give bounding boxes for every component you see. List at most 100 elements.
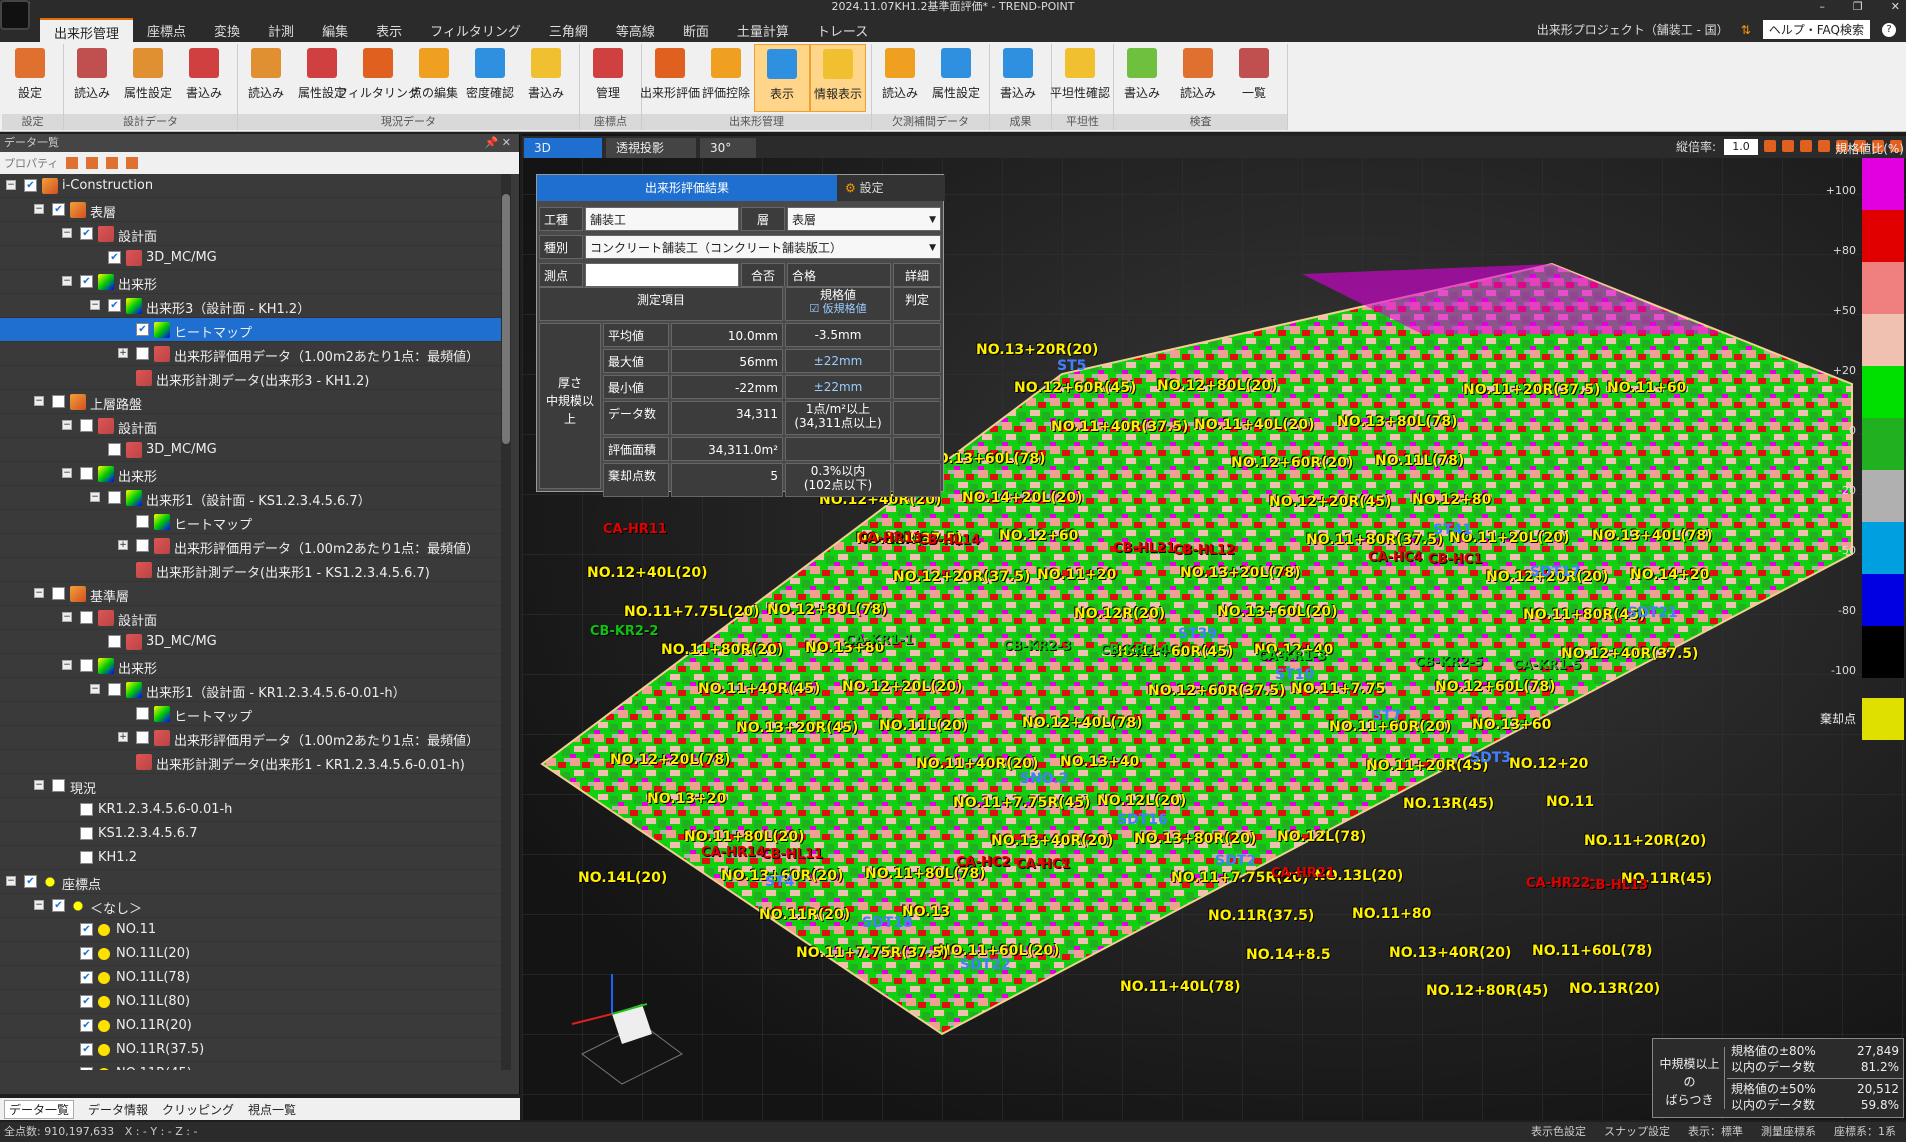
help-icon[interactable]: ? — [1882, 22, 1896, 37]
tree-checkbox[interactable] — [52, 779, 65, 792]
tree-item[interactable]: 出来形計測データ(出来形1 - KS1.2.3.4.5.6.7) — [0, 558, 505, 582]
tree-checkbox[interactable]: ✔ — [80, 227, 93, 240]
ribbon-button-4-1[interactable]: 評価控除 — [698, 44, 754, 112]
collapse-icon[interactable]: − — [62, 660, 72, 670]
tree-item[interactable]: ✔ NO.11L(78) — [0, 966, 505, 990]
collapse-icon[interactable]: − — [34, 900, 44, 910]
close-icon[interactable]: ✕ — [1891, 0, 1900, 14]
tree-checkbox[interactable] — [80, 659, 93, 672]
eval-settings[interactable]: ⚙ 設定 — [837, 175, 945, 201]
tree-item[interactable]: − 出来形 — [0, 462, 505, 486]
ribbon-button-2-4[interactable]: 密度確認 — [462, 44, 518, 112]
tree-item[interactable]: − 設計面 — [0, 414, 505, 438]
tree-item[interactable]: − 設計面 — [0, 606, 505, 630]
ribbon-button-4-2[interactable]: 表示 — [754, 44, 810, 112]
ribbon-button-8-2[interactable]: 一覧 — [1226, 44, 1282, 112]
tree-item[interactable]: + 出来形評価用データ（1.00m2あたり1点：最頻値） — [0, 342, 505, 366]
tree-item[interactable]: − ✔ 座標点 — [0, 870, 505, 894]
menu-tab-11[interactable]: トレース — [803, 18, 882, 42]
ribbon-button-4-0[interactable]: 出来形評価 — [640, 44, 700, 112]
collapse-icon[interactable]: − — [62, 228, 72, 238]
ribbon-button-2-3[interactable]: 点の編集 — [406, 44, 462, 112]
tree-item[interactable]: − 上層路盤 — [0, 390, 505, 414]
tree-item[interactable]: 出来形計測データ(出来形1 - KR1.2.3.4.5.6-0.01-h) — [0, 750, 505, 774]
ribbon-button-7-0[interactable]: 平坦性確認 — [1050, 44, 1110, 112]
tree-checkbox[interactable]: ✔ — [136, 323, 149, 336]
menu-tab-2[interactable]: 変換 — [200, 18, 254, 42]
faq-search[interactable]: ヘルプ・FAQ検索 — [1762, 20, 1870, 39]
ribbon-button-2-2[interactable]: フィルタリング — [336, 44, 420, 112]
collapse-icon[interactable]: − — [62, 468, 72, 478]
tree-item[interactable]: ✔ ヒートマップ — [0, 318, 505, 342]
tool-icon-4[interactable] — [126, 157, 139, 169]
tree-checkbox[interactable]: ✔ — [108, 299, 121, 312]
bottom-tab-1[interactable]: データ情報 — [88, 1101, 148, 1118]
ribbon-button-4-3[interactable]: 情報表示 — [810, 44, 866, 112]
tree-item[interactable]: − ✔ 設計面 — [0, 222, 505, 246]
tree-item[interactable]: − ✔ 出来形3（設計面 - KH1.2） — [0, 294, 505, 318]
tree-checkbox[interactable]: ✔ — [52, 203, 65, 216]
ribbon-button-2-5[interactable]: 書込み — [518, 44, 574, 112]
ribbon-button-2-0[interactable]: 読込み — [238, 44, 294, 112]
tree-item[interactable]: + 出来形評価用データ（1.00m2あたり1点：最頻値） — [0, 534, 505, 558]
sort-icon[interactable]: ⇅ — [1741, 23, 1751, 37]
menu-tab-1[interactable]: 座標点 — [133, 18, 200, 42]
tree-checkbox[interactable]: ✔ — [108, 251, 121, 264]
expand-icon[interactable]: + — [118, 348, 128, 358]
tree-checkbox[interactable] — [136, 347, 149, 360]
ribbon-button-0-0[interactable]: 設定 — [2, 44, 58, 112]
collapse-icon[interactable]: − — [90, 684, 100, 694]
tree-item[interactable]: ✔ NO.11L(80) — [0, 990, 505, 1014]
status-item-0[interactable]: 表示色設定 — [1531, 1122, 1586, 1142]
menu-tab-8[interactable]: 等高線 — [602, 18, 669, 42]
tree-item[interactable]: ✔ 3D_MC/MG — [0, 246, 505, 270]
menu-tab-10[interactable]: 土量計算 — [723, 18, 803, 42]
tree-checkbox[interactable] — [136, 539, 149, 552]
collapse-icon[interactable]: − — [62, 612, 72, 622]
tree-item[interactable]: − ✔ i-Construction — [0, 174, 505, 198]
collapse-icon[interactable]: − — [62, 276, 72, 286]
expand-icon[interactable]: + — [118, 540, 128, 550]
tree-item[interactable]: + 出来形評価用データ（1.00m2あたり1点：最頻値） — [0, 726, 505, 750]
tree-checkbox[interactable] — [80, 611, 93, 624]
tool-icon-1[interactable] — [66, 157, 79, 169]
status-item-1[interactable]: スナップ設定 — [1604, 1122, 1670, 1142]
tool-icon-2[interactable] — [86, 157, 99, 169]
tree-checkbox[interactable] — [80, 827, 93, 840]
tree-checkbox[interactable] — [136, 515, 149, 528]
tree-scrollbar[interactable] — [501, 174, 511, 1070]
tree-checkbox[interactable] — [108, 491, 121, 504]
tree-checkbox[interactable] — [80, 851, 93, 864]
tree-checkbox[interactable] — [108, 635, 121, 648]
collapse-icon[interactable]: − — [34, 396, 44, 406]
menu-tab-0[interactable]: 出来形管理 — [40, 18, 134, 42]
ribbon-button-6-0[interactable]: 書込み — [990, 44, 1046, 112]
collapse-icon[interactable]: − — [34, 780, 44, 790]
minimize-icon[interactable]: – — [1819, 0, 1825, 14]
tree-checkbox[interactable]: ✔ — [80, 1067, 93, 1070]
tree-item[interactable]: KH1.2 — [0, 846, 505, 870]
tree-checkbox[interactable]: ✔ — [80, 971, 93, 984]
shubetsu-select[interactable]: コンクリート舗装工（コンクリート舗装版工） ▼ — [585, 235, 941, 259]
ribbon-button-5-1[interactable]: 属性設定 — [928, 44, 984, 112]
tree-item[interactable]: ✔ NO.11R(20) — [0, 1014, 505, 1038]
collapse-icon[interactable]: − — [34, 588, 44, 598]
menu-tab-4[interactable]: 編集 — [308, 18, 362, 42]
collapse-icon[interactable]: − — [34, 204, 44, 214]
3d-viewport[interactable]: 3D 透視投影 30° 縦倍率: 1.0 NO.13+80L(78) NO.13… — [522, 134, 1906, 1120]
tree-checkbox[interactable]: ✔ — [80, 947, 93, 960]
tree-checkbox[interactable] — [108, 443, 121, 456]
sou-select[interactable]: 表層 ▼ — [787, 207, 941, 231]
status-item-4[interactable]: 座標系：1系 — [1834, 1122, 1896, 1142]
pin-icon[interactable]: 📌 ✕ — [485, 134, 511, 152]
tree-item[interactable]: − 基準層 — [0, 582, 505, 606]
bottom-tab-3[interactable]: 視点一覧 — [248, 1101, 296, 1118]
tree-item[interactable]: ヒートマップ — [0, 510, 505, 534]
collapse-icon[interactable]: − — [62, 420, 72, 430]
std-checkbox-label[interactable]: ☑ 仮規格値 — [790, 302, 886, 316]
ribbon-button-1-2[interactable]: 書込み — [176, 44, 232, 112]
tree-checkbox[interactable]: ✔ — [80, 275, 93, 288]
ribbon-button-8-1[interactable]: 読込み — [1170, 44, 1226, 112]
tree-checkbox[interactable]: ✔ — [80, 923, 93, 936]
ribbon-button-8-0[interactable]: 書込み — [1114, 44, 1170, 112]
